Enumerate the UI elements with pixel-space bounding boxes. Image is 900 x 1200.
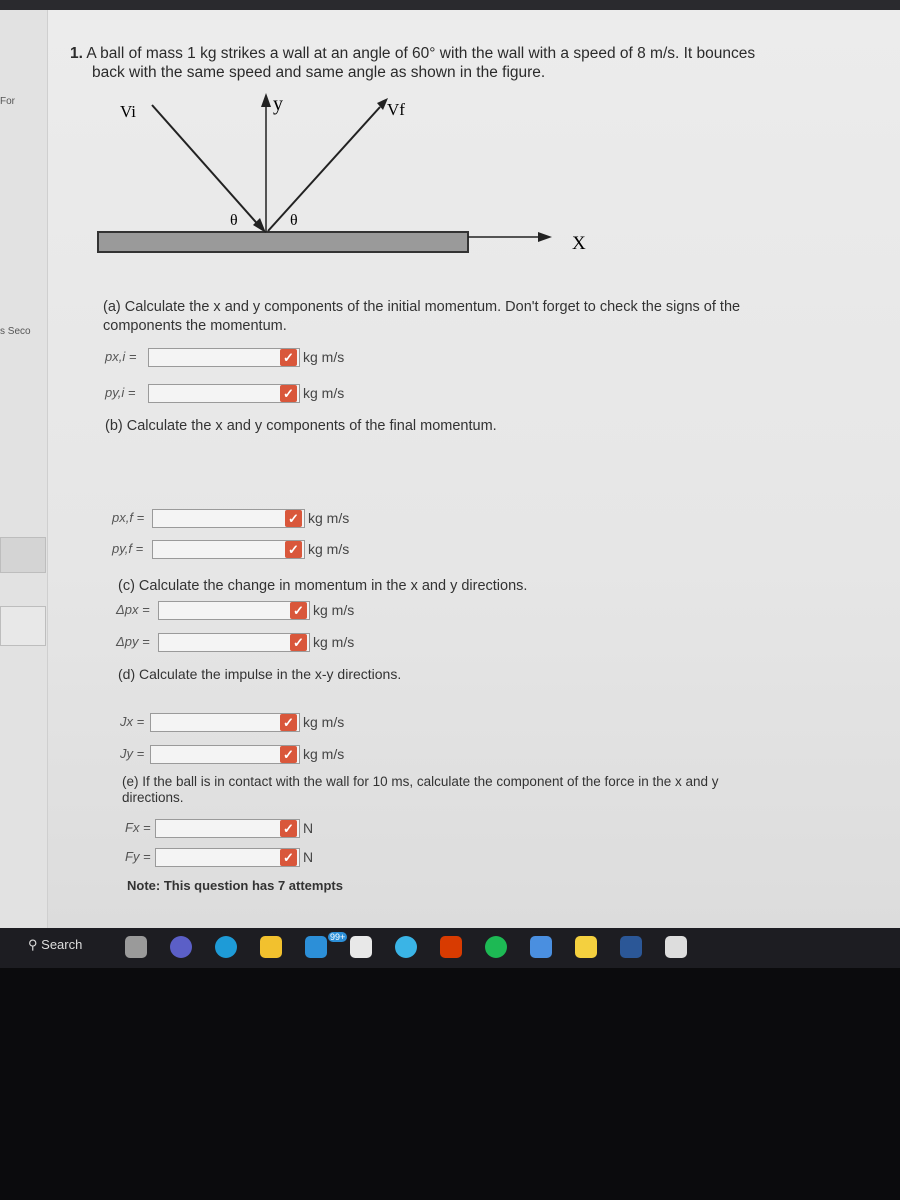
sidebar-block[interactable] xyxy=(0,537,46,573)
field-label: py,i = xyxy=(105,385,136,400)
check-answer-icon[interactable]: ✓ xyxy=(285,541,302,558)
x-label: X xyxy=(572,233,586,254)
part-d-text: (d) Calculate the impulse in the x-y dir… xyxy=(118,666,402,682)
top-bar xyxy=(0,0,900,10)
question-number: 1. xyxy=(70,45,83,62)
wall xyxy=(97,231,469,253)
taskbar-store-icon[interactable] xyxy=(350,936,372,958)
answer-input[interactable] xyxy=(150,745,300,764)
check-answer-icon[interactable]: ✓ xyxy=(280,746,297,763)
taskbar-spotify-icon[interactable] xyxy=(485,936,507,958)
taskbar-edge-icon[interactable] xyxy=(215,936,237,958)
unit-label: kg m/s xyxy=(303,746,345,762)
check-answer-icon[interactable]: ✓ xyxy=(290,602,307,619)
question-line-1: A ball of mass 1 kg strikes a wall at an… xyxy=(86,45,756,62)
x-arrow-icon xyxy=(538,232,552,242)
check-answer-icon[interactable]: ✓ xyxy=(285,510,302,527)
taskbar-word-icon[interactable] xyxy=(620,936,642,958)
field-label: Jx = xyxy=(120,714,145,729)
part-e-line-1: (e) If the ball is in contact with the w… xyxy=(122,774,719,789)
part-e-text: (e) If the ball is in contact with the w… xyxy=(122,774,719,806)
part-c-text: (c) Calculate the change in momentum in … xyxy=(118,578,528,594)
field-label: Fy = xyxy=(125,849,151,864)
search-icon: ⚲ xyxy=(28,937,38,952)
search-label: Search xyxy=(41,937,83,952)
taskbar-sticky-notes-icon[interactable] xyxy=(575,936,597,958)
answer-input[interactable] xyxy=(155,819,300,838)
part-a-line-2: components the momentum. xyxy=(103,318,287,334)
unit-label: kg m/s xyxy=(303,385,345,401)
taskbar-calendar-icon[interactable] xyxy=(530,936,552,958)
unit-label: N xyxy=(303,820,314,836)
theta-right: θ xyxy=(290,212,298,229)
taskbar: ⚲ Search 99+ xyxy=(0,928,900,968)
question-text: 1. A ball of mass 1 kg strikes a wall at… xyxy=(70,44,755,82)
part-a-text: (a) Calculate the x and y components of … xyxy=(103,298,740,336)
answer-input[interactable] xyxy=(155,848,300,867)
taskbar-file-explorer-icon[interactable] xyxy=(260,936,282,958)
taskbar-office-icon[interactable] xyxy=(440,936,462,958)
part-a-line-1: (a) Calculate the x and y components of … xyxy=(103,299,741,315)
part-e-line-2: directions. xyxy=(122,790,184,805)
field-label: px,f = xyxy=(112,510,145,525)
browser-content: For s Seco 1. A ball of mass 1 kg strike… xyxy=(0,0,900,935)
unit-label: kg m/s xyxy=(313,602,355,618)
y-arrow-icon xyxy=(261,93,271,107)
part-b-text: (b) Calculate the x and y components of … xyxy=(105,418,497,434)
taskbar-snipping-tool-icon[interactable] xyxy=(665,936,687,958)
sidebar-item[interactable]: s Seco xyxy=(0,326,31,337)
answer-input[interactable] xyxy=(158,633,310,652)
sidebar-item[interactable]: For xyxy=(0,96,15,107)
field-label: px,i = xyxy=(105,349,137,364)
check-answer-icon[interactable]: ✓ xyxy=(290,634,307,651)
taskbar-cortana-icon[interactable] xyxy=(395,936,417,958)
check-answer-icon[interactable]: ✓ xyxy=(280,820,297,837)
unit-label: kg m/s xyxy=(303,349,345,365)
answer-input[interactable] xyxy=(148,348,300,367)
check-answer-icon[interactable]: ✓ xyxy=(280,349,297,366)
answer-input[interactable] xyxy=(158,601,310,620)
mail-badge: 99+ xyxy=(328,932,348,942)
check-answer-icon[interactable]: ✓ xyxy=(280,849,297,866)
attempts-note: Note: This question has 7 attempts xyxy=(127,878,343,893)
answer-input[interactable] xyxy=(148,384,300,403)
figure-diagram: Vi y Vf θ θ X xyxy=(97,93,586,254)
theta-left: θ xyxy=(230,212,238,229)
answer-input[interactable] xyxy=(150,713,300,732)
unit-label: kg m/s xyxy=(308,510,350,526)
taskbar-task-view-icon[interactable] xyxy=(125,936,147,958)
field-label: Δpy = xyxy=(116,634,150,649)
question-line-2: back with the same speed and same angle … xyxy=(92,64,546,81)
vi-vector xyxy=(151,104,263,230)
answer-input[interactable] xyxy=(152,509,305,528)
unit-label: kg m/s xyxy=(303,714,345,730)
field-label: py,f = xyxy=(112,541,144,556)
taskbar-search[interactable]: ⚲ Search xyxy=(28,937,82,953)
y-label: y xyxy=(273,93,283,115)
vf-label: Vf xyxy=(387,100,405,119)
unit-label: kg m/s xyxy=(308,541,350,557)
taskbar-teams-meet-icon[interactable] xyxy=(170,936,192,958)
sidebar-block[interactable] xyxy=(0,606,46,646)
unit-label: kg m/s xyxy=(313,634,355,650)
field-label: Δpx = xyxy=(116,602,150,617)
check-answer-icon[interactable]: ✓ xyxy=(280,714,297,731)
taskbar-mail-icon[interactable] xyxy=(305,936,327,958)
answer-input[interactable] xyxy=(152,540,305,559)
vi-label: Vi xyxy=(120,102,136,121)
vf-vector xyxy=(267,106,381,232)
unit-label: N xyxy=(303,849,314,865)
left-panel: For s Seco xyxy=(0,10,48,935)
field-label: Jy = xyxy=(120,746,145,761)
check-answer-icon[interactable]: ✓ xyxy=(280,385,297,402)
field-label: Fx = xyxy=(125,820,151,835)
